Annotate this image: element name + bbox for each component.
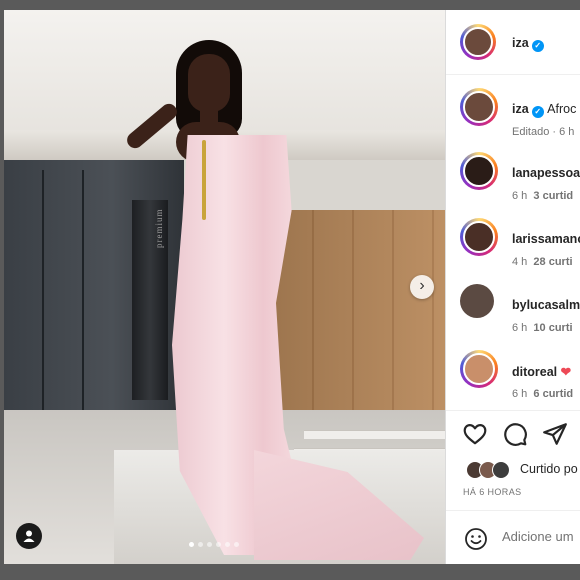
comment-username: ditoreal ❤ bbox=[512, 364, 571, 379]
caption-text: iza ✓ Afroc bbox=[512, 102, 576, 118]
carousel-dot bbox=[198, 542, 203, 547]
caption-username[interactable]: iza bbox=[512, 102, 529, 116]
verified-badge-icon: ✓ bbox=[531, 106, 544, 118]
photo-pillar-text: premium bbox=[154, 208, 164, 249]
comments-list: iza ✓ Afroc Editado · 6 h lanapessoa 6 h … bbox=[446, 74, 580, 410]
comment-time: 6 h bbox=[512, 190, 528, 202]
figure-face bbox=[188, 54, 230, 112]
figure-gold-chain bbox=[202, 140, 206, 220]
comment-username[interactable]: lanapessoa bbox=[512, 166, 580, 180]
post-time-ago: HÁ 6 HORAS bbox=[463, 487, 522, 497]
comment-meta: 4 h 28 curti bbox=[512, 256, 573, 268]
post-modal: premium › iza ✓ iza ✓ Afroc Editado · 6 … bbox=[4, 10, 580, 564]
comment-meta: 6 h 6 curtid bbox=[512, 388, 573, 400]
liker-avatar bbox=[492, 461, 510, 479]
comment-icon[interactable] bbox=[502, 421, 528, 447]
liked-by-text[interactable]: Curtido po bbox=[520, 462, 578, 476]
author-avatar[interactable] bbox=[460, 24, 496, 60]
comment-avatar[interactable] bbox=[460, 350, 498, 388]
comment-likes[interactable]: 3 curtid bbox=[533, 190, 573, 202]
author-name[interactable]: iza bbox=[512, 36, 529, 50]
comment-time: 6 h bbox=[512, 388, 528, 400]
comment-meta: 6 h 3 curtid bbox=[512, 190, 573, 202]
caption-edited: Editado · 6 h bbox=[512, 126, 575, 138]
share-icon[interactable] bbox=[542, 421, 568, 447]
carousel-dot bbox=[225, 542, 230, 547]
photo-glass-line bbox=[82, 170, 84, 410]
author-username[interactable]: iza ✓ bbox=[512, 36, 544, 52]
chevron-right-icon[interactable]: › bbox=[410, 275, 434, 299]
carousel-dot bbox=[207, 542, 212, 547]
emoji-icon[interactable] bbox=[464, 527, 488, 551]
comment-input[interactable] bbox=[502, 529, 580, 544]
carousel-dot bbox=[234, 542, 239, 547]
carousel-dot bbox=[216, 542, 221, 547]
comment-username[interactable]: bylucasalme bbox=[512, 298, 580, 312]
post-side-panel: iza ✓ iza ✓ Afroc Editado · 6 h lanapessoa… bbox=[445, 10, 580, 564]
comment-time: 4 h bbox=[512, 256, 528, 268]
comment-likes[interactable]: 28 curti bbox=[533, 256, 572, 268]
user-tag-icon[interactable] bbox=[16, 523, 42, 549]
author-avatar[interactable] bbox=[460, 88, 498, 126]
carousel-dot bbox=[189, 542, 194, 547]
comment-username-text[interactable]: ditoreal bbox=[512, 365, 557, 379]
heart-icon[interactable] bbox=[462, 421, 488, 447]
photo-glass-line bbox=[42, 170, 44, 410]
carousel-dots bbox=[189, 542, 239, 547]
post-header: iza ✓ bbox=[446, 10, 580, 75]
verified-badge-icon: ✓ bbox=[531, 40, 544, 52]
comment-avatar[interactable] bbox=[460, 284, 494, 318]
post-photo[interactable]: premium › bbox=[4, 10, 445, 564]
heart-emoji: ❤ bbox=[560, 365, 572, 379]
caption-preview: Afroc bbox=[547, 102, 577, 116]
comment-avatar[interactable] bbox=[460, 152, 498, 190]
comment-time: 6 h bbox=[512, 322, 528, 334]
comment-avatar[interactable] bbox=[460, 218, 498, 256]
comment-username[interactable]: larissamanoe bbox=[512, 232, 580, 246]
add-comment-bar bbox=[446, 510, 580, 564]
likers-avatars[interactable] bbox=[466, 461, 510, 479]
comment-meta: 6 h 10 curti bbox=[512, 322, 573, 334]
photo-step bbox=[304, 430, 445, 439]
comment-likes[interactable]: 10 curti bbox=[533, 322, 572, 334]
photo-wood-shade bbox=[274, 210, 445, 420]
comment-likes[interactable]: 6 curtid bbox=[533, 388, 573, 400]
